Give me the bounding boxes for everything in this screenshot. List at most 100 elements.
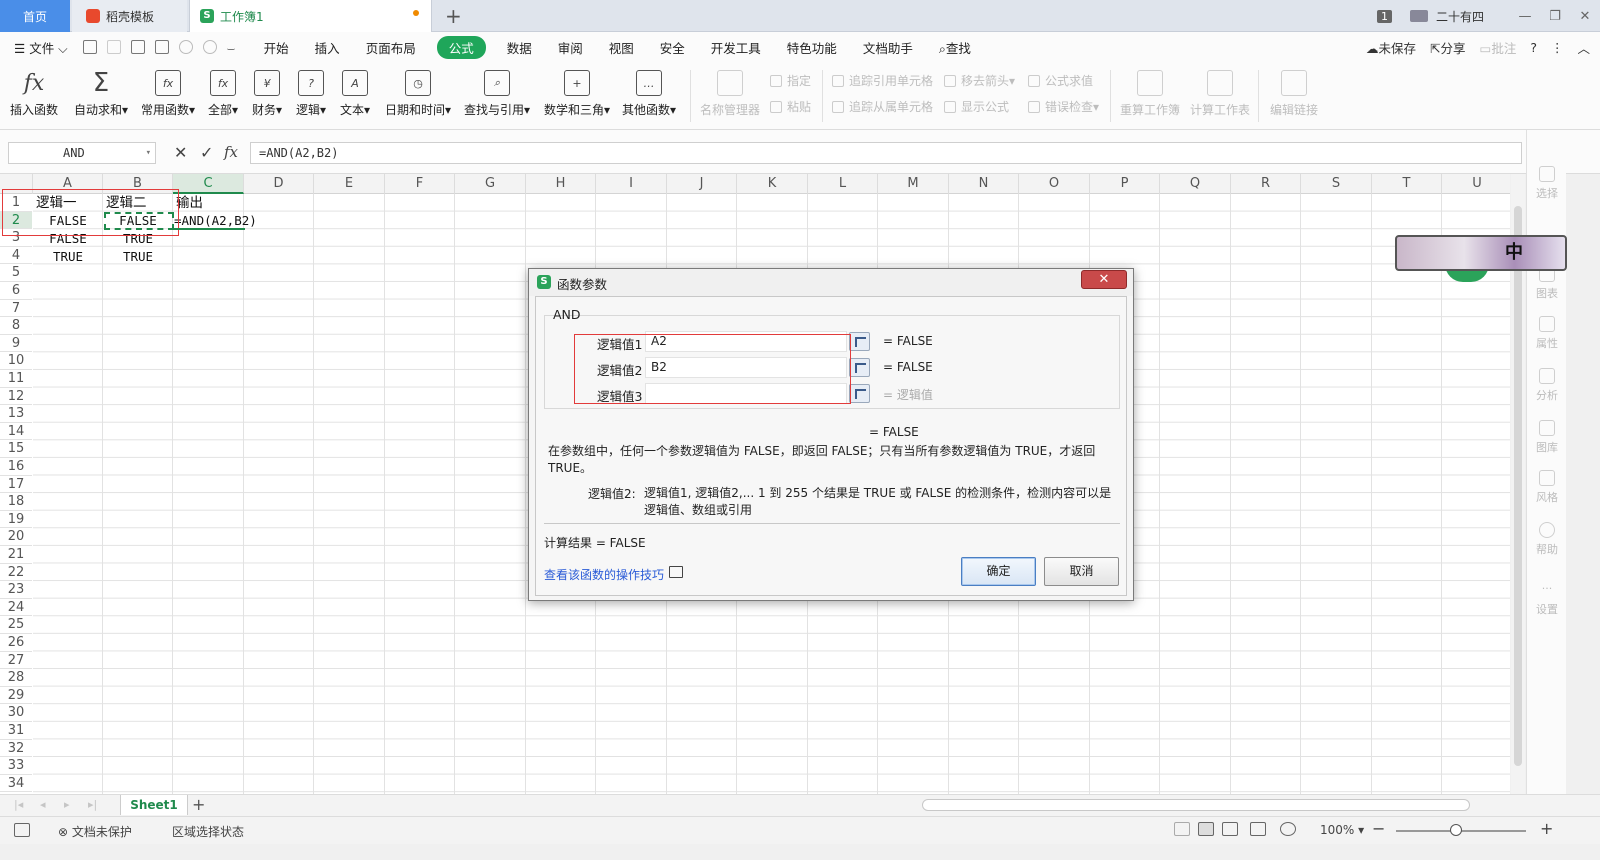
menu-file[interactable]: ☰ 文件 ⌵ xyxy=(14,38,68,57)
horizontal-scrollbar[interactable] xyxy=(922,799,1470,811)
column-header-s[interactable]: S xyxy=(1301,174,1372,194)
sidebar-item-properties[interactable]: 属性 xyxy=(1527,316,1567,351)
column-header-t[interactable]: T xyxy=(1372,174,1442,194)
row-header-18[interactable]: 18 xyxy=(0,493,32,511)
page-count-badge[interactable]: 1 xyxy=(1376,9,1392,23)
row-header-32[interactable]: 32 xyxy=(0,740,32,758)
column-header-i[interactable]: I xyxy=(596,174,667,194)
row-header-20[interactable]: 20 xyxy=(0,528,32,546)
menu-home[interactable]: 开始 xyxy=(264,38,289,57)
row-header-28[interactable]: 28 xyxy=(0,669,32,687)
document-protect-status[interactable]: ⊗ 文档未保护 xyxy=(58,823,132,840)
calc-sheet-button[interactable]: 计算工作表 xyxy=(1190,66,1250,124)
all-functions-button[interactable]: fx 全部▾ xyxy=(208,66,238,124)
restore-button[interactable]: ❐ xyxy=(1540,9,1570,24)
tab-docer-template[interactable]: 稻壳模板 xyxy=(72,0,187,32)
dialog-close-button[interactable]: ✕ xyxy=(1081,270,1127,289)
autosum-button[interactable]: Σ 自动求和▾ xyxy=(74,66,128,124)
row-header-10[interactable]: 10 xyxy=(0,352,32,370)
menu-security[interactable]: 安全 xyxy=(660,38,685,57)
name-box[interactable]: AND ▾ xyxy=(8,142,156,164)
share-button[interactable]: ⇱分享 xyxy=(1430,38,1466,57)
row-header-9[interactable]: 9 xyxy=(0,335,32,353)
add-sheet-button[interactable]: + xyxy=(192,795,205,814)
math-button[interactable]: + 数学和三角▾ xyxy=(544,66,610,124)
row-header-6[interactable]: 6 xyxy=(0,282,32,300)
row-header-19[interactable]: 19 xyxy=(0,511,32,529)
row-header-5[interactable]: 5 xyxy=(0,264,32,282)
row-header-8[interactable]: 8 xyxy=(0,317,32,335)
column-header-d[interactable]: D xyxy=(244,174,314,194)
save-icon[interactable] xyxy=(82,40,97,54)
comment-button[interactable]: ▭批注 xyxy=(1480,38,1517,57)
column-header-f[interactable]: F xyxy=(385,174,455,194)
trace-dependents-button[interactable]: 追踪从属单元格 xyxy=(832,98,933,115)
eye-protect-icon[interactable] xyxy=(1280,822,1296,836)
ime-skin-widget[interactable] xyxy=(1395,235,1567,271)
row-header-17[interactable]: 17 xyxy=(0,476,32,494)
sidebar-item-select[interactable]: 选择 xyxy=(1527,166,1567,201)
row-header-33[interactable]: 33 xyxy=(0,757,32,775)
cancel-formula-icon[interactable]: ✕ xyxy=(174,143,187,162)
sidebar-item-analysis[interactable]: 分析 xyxy=(1527,368,1567,403)
undo-icon[interactable] xyxy=(178,40,193,54)
zoom-in-button[interactable]: + xyxy=(1540,819,1553,838)
column-header-n[interactable]: N xyxy=(949,174,1019,194)
cell-a4[interactable]: TRUE xyxy=(33,248,103,265)
row-header-7[interactable]: 7 xyxy=(0,300,32,318)
evaluate-formula-button[interactable]: 公式求值 xyxy=(1028,72,1093,89)
menu-insert[interactable]: 插入 xyxy=(315,38,340,57)
new-tab-button[interactable]: + xyxy=(445,4,462,28)
sidebar-item-settings[interactable]: ··· 设置 xyxy=(1527,582,1567,617)
column-header-u[interactable]: U xyxy=(1442,174,1510,194)
tab-workbook[interactable]: S 工作簿1 xyxy=(189,0,432,32)
fx-icon[interactable]: fx xyxy=(224,143,238,161)
reading-view-icon[interactable] xyxy=(1222,822,1238,836)
backup-icon[interactable] xyxy=(14,823,30,837)
function-tips-link[interactable]: 查看该函数的操作技巧 xyxy=(544,566,664,583)
column-header-o[interactable]: O xyxy=(1019,174,1090,194)
row-header-12[interactable]: 12 xyxy=(0,388,32,406)
redo-icon[interactable] xyxy=(202,40,217,54)
print-icon[interactable] xyxy=(130,40,145,54)
zoom-out-button[interactable]: − xyxy=(1372,819,1385,838)
cell-b4[interactable]: TRUE xyxy=(103,248,173,265)
define-name-button[interactable]: 指定 xyxy=(770,72,811,89)
help-button[interactable]: ? xyxy=(1530,40,1537,55)
show-formulas-button[interactable]: 显示公式 xyxy=(944,98,1009,115)
chevron-down-icon[interactable]: ▾ xyxy=(146,143,151,163)
video-play-icon[interactable] xyxy=(669,566,683,578)
name-manager-button[interactable]: 名称管理器 xyxy=(700,66,760,124)
tab-home[interactable]: 首页 xyxy=(0,0,70,32)
menu-developer[interactable]: 开发工具 xyxy=(711,38,761,57)
logic-button[interactable]: ? 逻辑▾ xyxy=(296,66,326,124)
insert-function-button[interactable]: fx 插入函数 xyxy=(10,66,58,124)
menu-formula[interactable]: 公式 xyxy=(436,35,486,59)
format-painter-icon[interactable] xyxy=(106,40,121,54)
column-header-r[interactable]: R xyxy=(1231,174,1301,194)
menu-data[interactable]: 数据 xyxy=(507,38,532,57)
remove-arrows-button[interactable]: 移去箭头 ▾ xyxy=(944,72,1015,89)
row-header-34[interactable]: 34 xyxy=(0,775,32,793)
sheet-tab-sheet1[interactable]: Sheet1 xyxy=(120,795,188,815)
row-header-14[interactable]: 14 xyxy=(0,423,32,441)
row-header-23[interactable]: 23 xyxy=(0,581,32,599)
prev-sheet-icon[interactable]: ◂ xyxy=(40,798,46,811)
zoom-level[interactable]: 100% ▾ xyxy=(1320,823,1364,837)
vertical-scroll-thumb[interactable] xyxy=(1514,206,1522,766)
column-header-m[interactable]: M xyxy=(878,174,949,194)
arg1-range-picker-icon[interactable] xyxy=(849,332,870,351)
row-header-29[interactable]: 29 xyxy=(0,687,32,705)
close-window-button[interactable]: ✕ xyxy=(1570,9,1600,24)
arg2-range-picker-icon[interactable] xyxy=(849,358,870,377)
ime-mode-indicator[interactable]: 中 xyxy=(1505,238,1523,264)
row-header-27[interactable]: 27 xyxy=(0,652,32,670)
row-header-21[interactable]: 21 xyxy=(0,546,32,564)
column-header-p[interactable]: P xyxy=(1090,174,1160,194)
user-avatar[interactable] xyxy=(1409,10,1428,22)
customize-toolbar-icon[interactable] xyxy=(226,44,235,50)
menu-review[interactable]: 审阅 xyxy=(558,38,583,57)
last-sheet-icon[interactable]: ▸| xyxy=(88,798,97,811)
row-header-24[interactable]: 24 xyxy=(0,599,32,617)
other-functions-button[interactable]: … 其他函数▾ xyxy=(622,66,676,124)
